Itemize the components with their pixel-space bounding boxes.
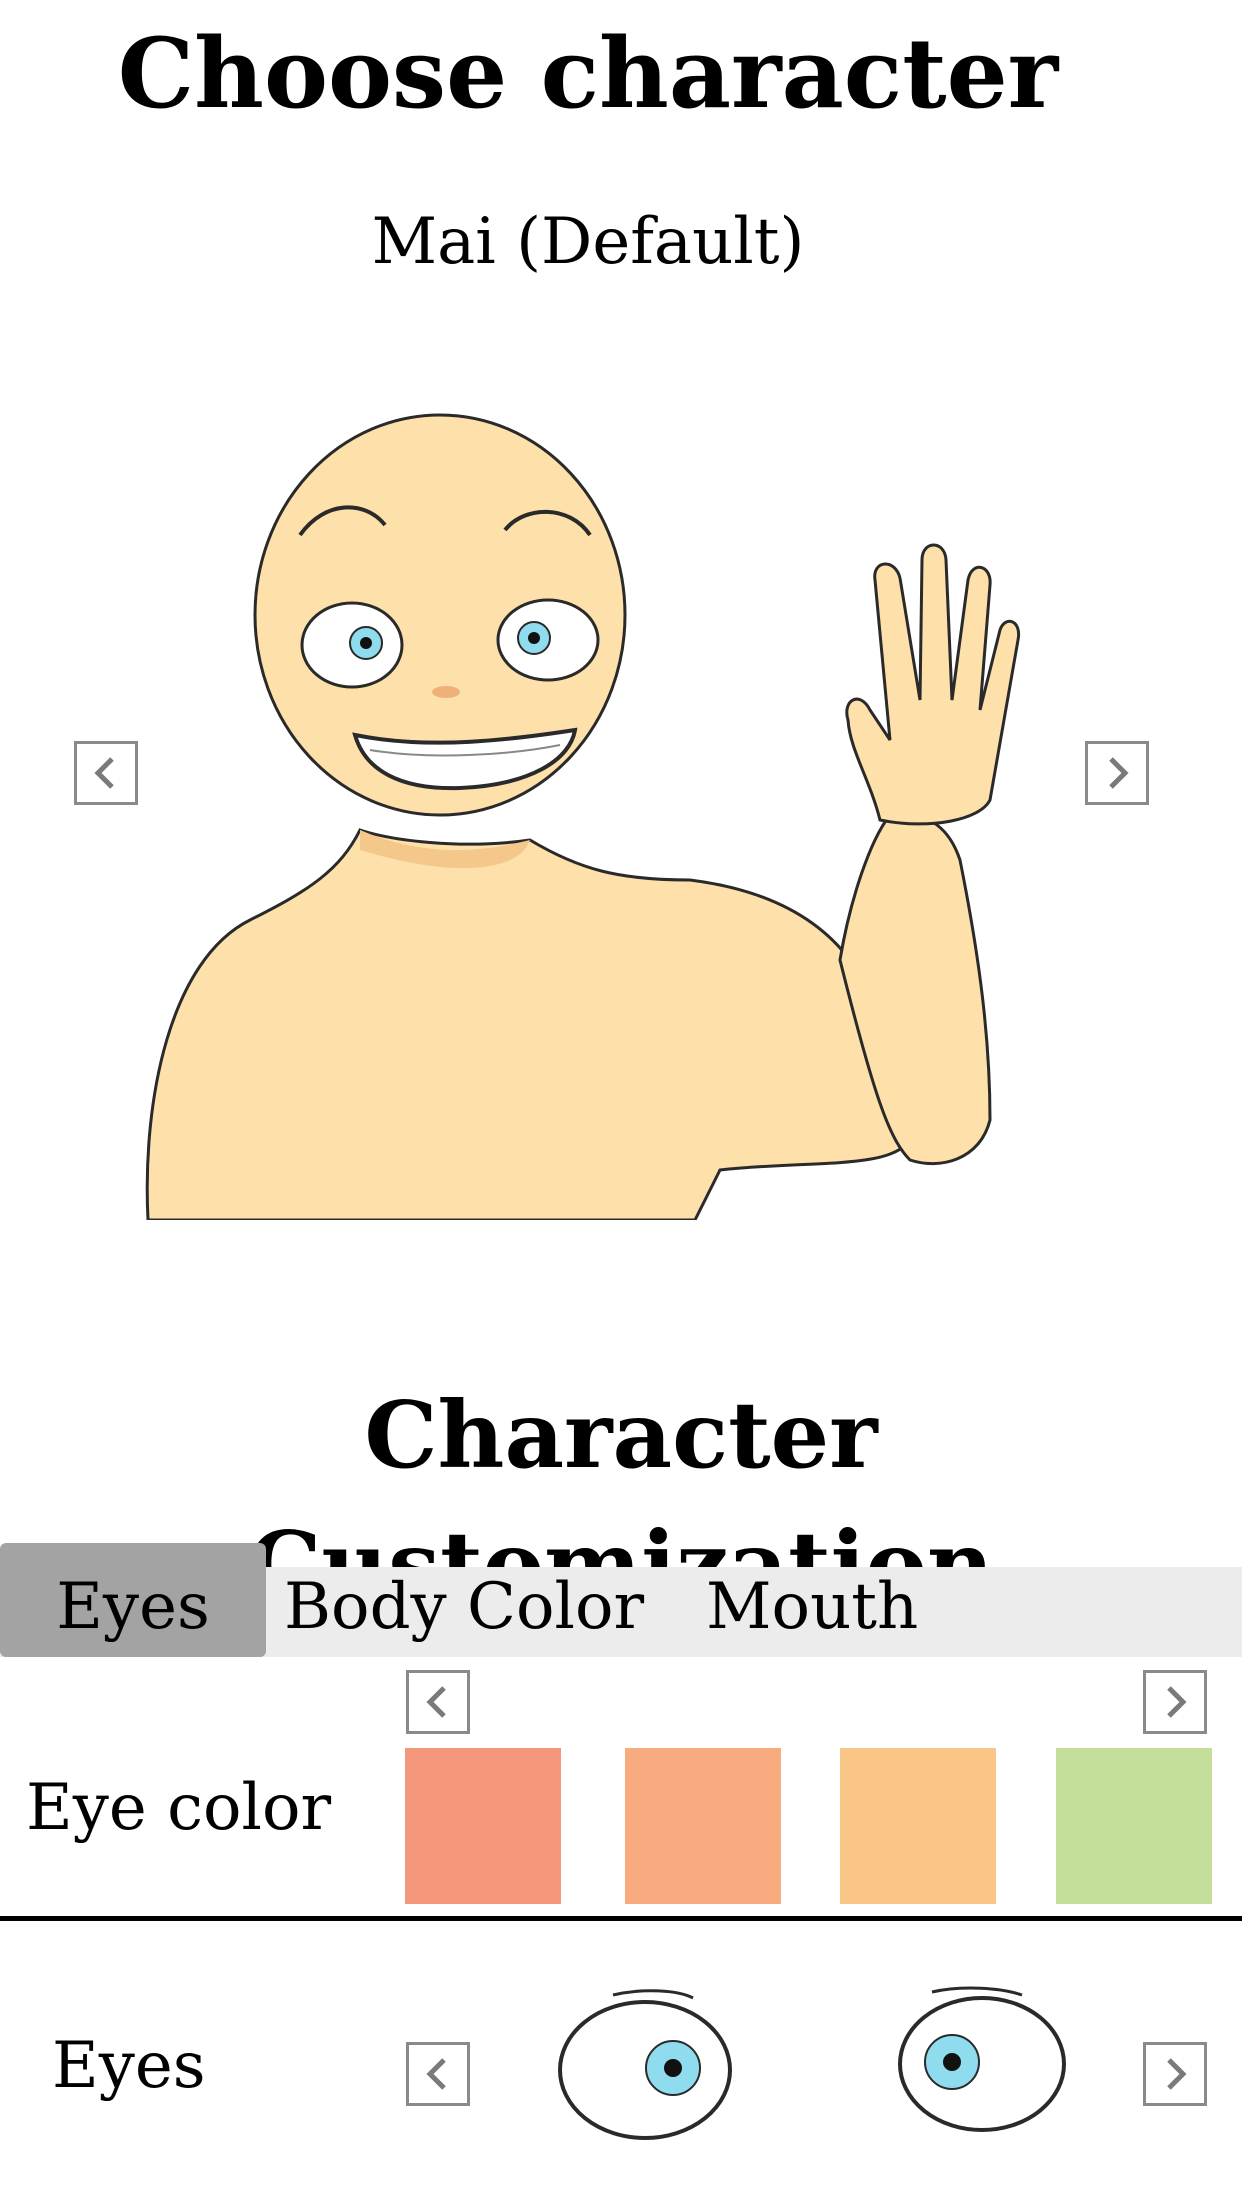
- chevron-left-icon: [426, 2058, 446, 2090]
- prev-eye-color-button[interactable]: [406, 1670, 470, 1734]
- eye-color-swatch[interactable]: [840, 1748, 996, 1904]
- eye-style-right-preview[interactable]: [882, 1980, 1072, 2160]
- eye-style-left-preview[interactable]: [553, 1980, 743, 2160]
- eye-color-swatch[interactable]: [1056, 1748, 1212, 1904]
- eye-color-label: Eye color: [26, 1771, 332, 1845]
- next-character-button[interactable]: [1085, 741, 1149, 805]
- next-eyes-button[interactable]: [1143, 2042, 1207, 2106]
- chevron-right-icon: [1167, 2058, 1187, 2090]
- eye-color-swatch[interactable]: [625, 1748, 781, 1904]
- page-title: Choose character: [117, 17, 1059, 130]
- row-divider: [0, 1916, 1242, 1921]
- next-eye-color-button[interactable]: [1143, 1670, 1207, 1734]
- customization-title: Character Customization: [248, 1381, 994, 1619]
- eyes-label: Eyes: [52, 2029, 206, 2103]
- chevron-left-icon: [94, 757, 114, 789]
- character-illustration: [145, 413, 1021, 1220]
- prev-eyes-button[interactable]: [406, 2042, 470, 2106]
- tab-body-color[interactable]: Body Color: [284, 1543, 664, 1657]
- eye-color-swatch[interactable]: [405, 1748, 561, 1904]
- prev-character-button[interactable]: [74, 741, 138, 805]
- tab-eyes[interactable]: Eyes: [0, 1543, 266, 1657]
- tab-mouth[interactable]: Mouth: [706, 1543, 926, 1657]
- character-name: Mai (Default): [371, 205, 805, 279]
- chevron-right-icon: [1167, 1686, 1187, 1718]
- chevron-left-icon: [426, 1686, 446, 1718]
- chevron-right-icon: [1109, 757, 1129, 789]
